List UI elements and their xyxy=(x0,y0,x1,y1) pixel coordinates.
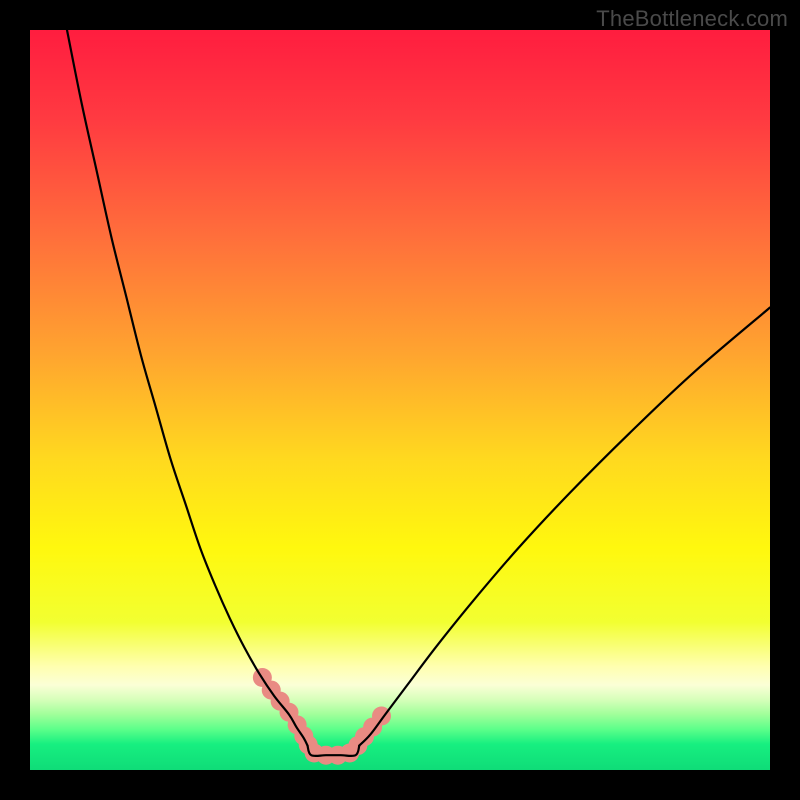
watermark-text: TheBottleneck.com xyxy=(596,6,788,32)
highlight-markers xyxy=(253,668,391,765)
chart-frame: TheBottleneck.com xyxy=(0,0,800,800)
left-curve xyxy=(67,30,308,746)
curve-layer xyxy=(30,30,770,770)
right-curve xyxy=(359,308,770,746)
plot-area xyxy=(30,30,770,770)
